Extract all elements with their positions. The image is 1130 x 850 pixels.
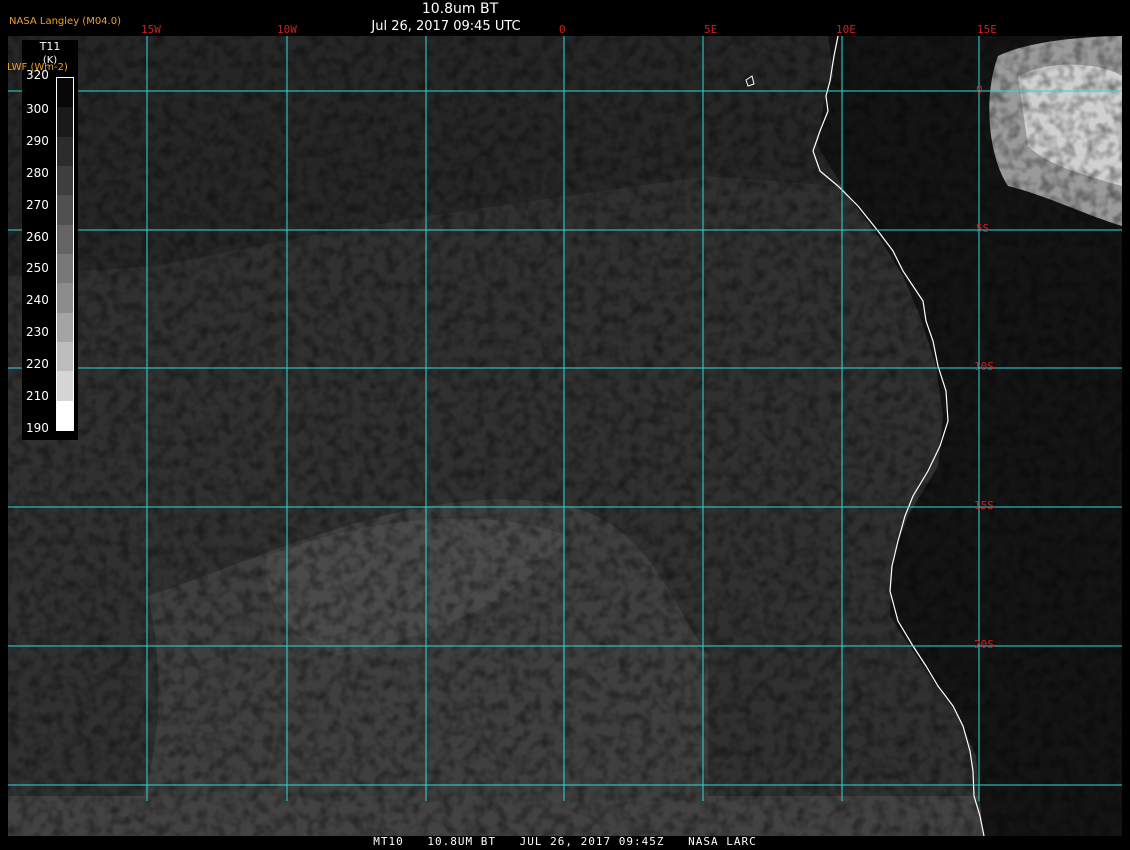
legend-tick: 280 (26, 166, 49, 180)
lon-label-0: 0 (559, 23, 566, 36)
lat-label-20s: 20S (974, 638, 994, 651)
lat-label-10s: 10S (974, 360, 994, 373)
footer-agency: NASA LARC (688, 835, 757, 848)
legend-swatch (57, 136, 73, 166)
temperature-legend: T11 (K) 320 300 290 280 270 260 250 240 … (22, 40, 78, 440)
legend-tick: 290 (26, 134, 49, 148)
lon-label-10e: 10E (836, 23, 856, 36)
legend-tick: 300 (26, 102, 49, 116)
image-texture (8, 36, 1122, 836)
image-datetime: Jul 26, 2017 09:45 UTC (371, 19, 521, 34)
legend-tick: 260 (26, 230, 49, 244)
satellite-imagery (8, 36, 1122, 836)
legend-swatch (57, 283, 73, 313)
legend-colorbar (56, 77, 74, 431)
lon-label-15w: 15W (141, 23, 161, 36)
legend-swatch (57, 400, 73, 430)
footer-channel: 10.8UM BT (427, 835, 497, 848)
legend-tick: 210 (26, 389, 49, 403)
product-title: 10.8um BT (421, 1, 499, 17)
legend-swatch (57, 253, 73, 284)
footer-caption: MT10 10.8UM BT JUL 26, 2017 09:45Z NASA … (0, 835, 1130, 848)
legend-tick: 190 (26, 421, 49, 435)
footer-satellite: MT10 (373, 835, 404, 848)
legend-tick: 220 (26, 357, 49, 371)
legend-swatch (57, 341, 73, 372)
legend-swatch (57, 312, 73, 342)
legend-swatch (57, 78, 73, 108)
lon-label-15e: 15E (977, 23, 997, 36)
producer-label: NASA Langley (M04.0) (9, 16, 121, 27)
legend-swatch (57, 371, 73, 401)
legend-tick: 270 (26, 198, 49, 212)
legend-swatch (57, 195, 73, 225)
lat-label-15s: 15S (974, 499, 994, 512)
legend-tick: 240 (26, 293, 49, 307)
legend-tick: 250 (26, 261, 49, 275)
lon-label-5e: 5E (704, 23, 718, 36)
lat-label-5s: 5S (976, 222, 990, 235)
legend-swatch (57, 224, 73, 254)
lat-label-0: 0 (976, 83, 983, 96)
legend-swatch (57, 107, 73, 137)
footer-date: JUL 26, 2017 09:45Z (519, 835, 665, 848)
legend-title: T11 (39, 40, 61, 53)
legend-swatch (57, 165, 73, 196)
lwf-label: LWF (Wm-2) (7, 62, 68, 73)
lon-label-10w: 10W (277, 23, 297, 36)
satellite-image-panel (8, 36, 1122, 836)
legend-tick: 230 (26, 325, 49, 339)
